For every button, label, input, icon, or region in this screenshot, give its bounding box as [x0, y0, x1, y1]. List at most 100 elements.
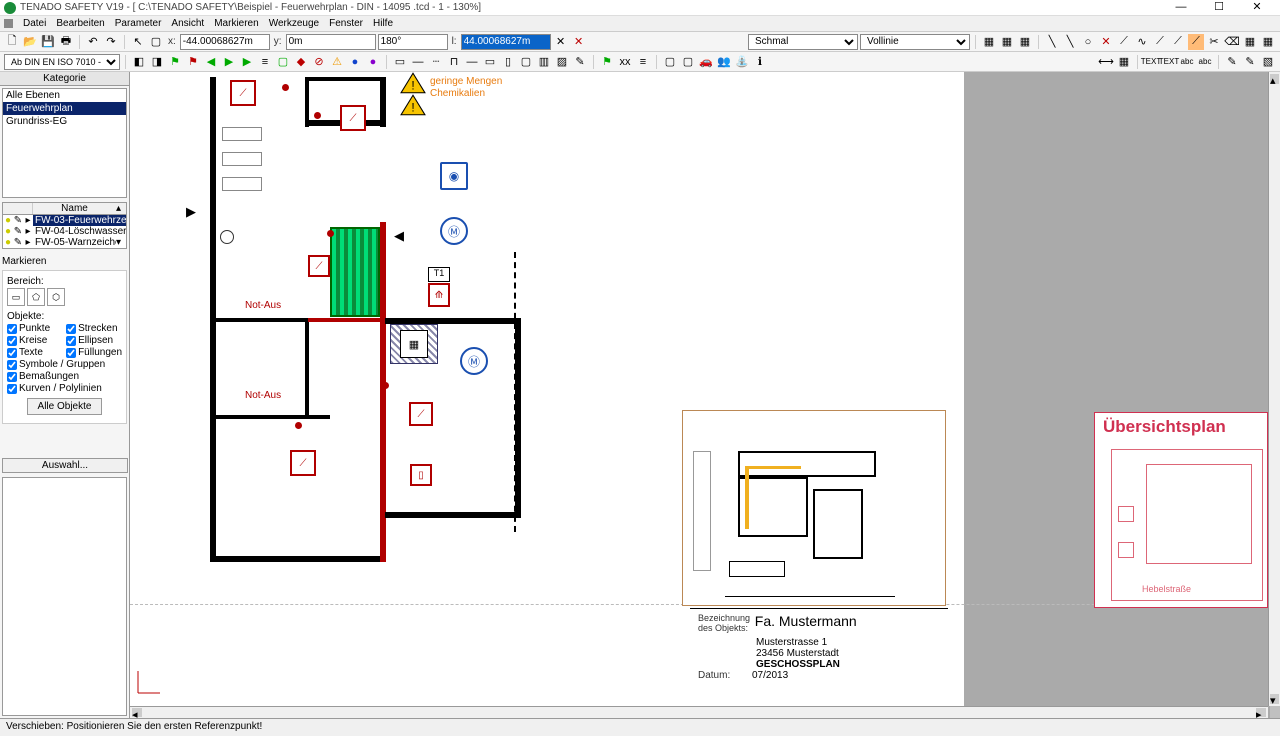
menu-bearbeiten[interactable]: Bearbeiten [51, 18, 109, 29]
chk-symbole[interactable]: Symbole / Gruppen [7, 359, 122, 370]
text-icon-2[interactable]: TEXT [1161, 54, 1177, 70]
info-icon[interactable]: ● [347, 54, 363, 70]
dim-icon-1[interactable]: ⟷ [1098, 54, 1114, 70]
lines-icon[interactable]: ≡ [635, 54, 651, 70]
linetype-select[interactable]: Vollinie [860, 34, 970, 50]
chart-icon[interactable]: ▧ [1260, 54, 1276, 70]
select-rect-icon[interactable]: ▭ [7, 288, 25, 306]
chk-punkte[interactable]: Punkte [7, 323, 62, 334]
arrow-left-icon[interactable]: ◀ [203, 54, 219, 70]
window-icon-3[interactable]: ▦ [1017, 34, 1033, 50]
font-style-select[interactable]: Schmal [748, 34, 858, 50]
list-icon[interactable]: ≡ [257, 54, 273, 70]
misc-icon-7[interactable]: ▯ [500, 54, 516, 70]
poly-icon[interactable]: ⟋ [1152, 34, 1168, 50]
cat-item-1[interactable]: Feuerwehrplan [3, 102, 126, 115]
layer-row-0[interactable]: ● ✎ ▸ FW-03-Feuerwehrzei [3, 215, 126, 226]
curve-icon[interactable]: ∿ [1134, 34, 1150, 50]
brush2-icon[interactable]: ✎ [1242, 54, 1258, 70]
app-menu-icon[interactable] [4, 19, 13, 28]
x-input[interactable] [180, 34, 270, 50]
misc-icon-1[interactable]: ▭ [392, 54, 408, 70]
misc-icon-2[interactable]: — [410, 54, 426, 70]
abc2-icon[interactable]: abc [1197, 54, 1213, 70]
new-icon[interactable]: 🗋 [4, 34, 20, 50]
menu-hilfe[interactable]: Hilfe [368, 18, 398, 29]
grid-icon[interactable]: ▦ [1242, 34, 1258, 50]
shape-icon[interactable]: ⟋ [1170, 34, 1186, 50]
lock-icon[interactable]: ✎ [13, 215, 23, 226]
name-header[interactable]: Name [33, 203, 116, 214]
dim-icon-2[interactable]: ▦ [1116, 54, 1132, 70]
erase-icon[interactable]: ⌫ [1224, 34, 1240, 50]
arrow-right-icon[interactable]: ▶ [221, 54, 237, 70]
misc-icon-11[interactable]: ✎ [572, 54, 588, 70]
standard-select[interactable]: Ab DIN EN ISO 7010 - RAL [4, 54, 120, 70]
symbol-diamond-icon[interactable]: ◆ [293, 54, 309, 70]
close-button[interactable]: ✕ [1238, 0, 1276, 16]
y-input[interactable] [286, 34, 376, 50]
select-free-icon[interactable]: ⬡ [47, 288, 65, 306]
line-icon[interactable]: ╲ [1044, 34, 1060, 50]
clear-x-icon[interactable]: ✕ [553, 34, 569, 50]
misc-icon-5[interactable]: — [464, 54, 480, 70]
line2-icon[interactable]: ╲ [1062, 34, 1078, 50]
abc-icon[interactable]: abc [1179, 54, 1195, 70]
misc-icon-8[interactable]: ▢ [518, 54, 534, 70]
no-entry-icon[interactable]: ⊘ [311, 54, 327, 70]
sym-icon-1[interactable]: ◧ [131, 54, 147, 70]
auswahl-button[interactable]: Auswahl... [2, 458, 128, 473]
sym-icon-2[interactable]: ◨ [149, 54, 165, 70]
menu-ansicht[interactable]: Ansicht [166, 18, 209, 29]
menu-fenster[interactable]: Fenster [324, 18, 368, 29]
flag2-icon[interactable]: ⚑ [185, 54, 201, 70]
scroll-vertical[interactable]: ▴▾ [1268, 72, 1280, 706]
misc-icon-6[interactable]: ▭ [482, 54, 498, 70]
menu-markieren[interactable]: Markieren [209, 18, 263, 29]
window-icon-1[interactable]: ▦ [981, 34, 997, 50]
layer-row-2[interactable]: ●✎▸ FW-05-Warnzeichen ▾ [3, 237, 126, 248]
length-input[interactable] [461, 34, 551, 50]
chk-kreise[interactable]: Kreise [7, 335, 62, 346]
menu-datei[interactable]: Datei [18, 18, 51, 29]
undo-icon[interactable]: ↶ [85, 34, 101, 50]
misc-icon-10[interactable]: ▨ [554, 54, 570, 70]
select-poly-icon[interactable]: ⬠ [27, 288, 45, 306]
arrow-right2-icon[interactable]: ▶ [239, 54, 255, 70]
open-icon[interactable]: 📂 [22, 34, 38, 50]
category-list[interactable]: Alle Ebenen Feuerwehrplan Grundriss-EG [2, 88, 127, 198]
cut-icon[interactable]: ✂ [1206, 34, 1222, 50]
highlight-icon[interactable]: ⟋ [1188, 34, 1204, 50]
alle-objekte-button[interactable]: Alle Objekte [27, 398, 103, 415]
cat-item-0[interactable]: Alle Ebenen [3, 89, 126, 102]
cross-icon[interactable]: ✕ [1098, 34, 1114, 50]
chk-bemassungen[interactable]: Bemaßungen [7, 371, 122, 382]
box-icon[interactable]: ▢ [275, 54, 291, 70]
maximize-button[interactable]: ☐ [1200, 0, 1238, 16]
layer-row-1[interactable]: ●✎▸ FW-04-Löschwasserz [3, 226, 126, 237]
flag-green2-icon[interactable]: ⚑ [599, 54, 615, 70]
chk-fuellungen[interactable]: Füllungen [66, 347, 122, 358]
rect-icon[interactable]: ▢ [662, 54, 678, 70]
pointer-icon[interactable]: ↖ [130, 34, 146, 50]
save-icon[interactable]: 💾 [40, 34, 56, 50]
menu-parameter[interactable]: Parameter [110, 18, 167, 29]
drawing-canvas[interactable]: ⟋ ⟋ ⟋ ⟋ ⟋ ▯ ◉ Ⓜ Ⓜ T1 ⟰ ▦ ! ! geringe Men… [130, 72, 1280, 718]
info2-icon[interactable]: ℹ [752, 54, 768, 70]
circle-icon[interactable]: ○ [1080, 34, 1096, 50]
chk-kurven[interactable]: Kurven / Polylinien [7, 383, 122, 394]
car-icon[interactable]: 🚗 [698, 54, 714, 70]
misc-icon-4[interactable]: ⊓ [446, 54, 462, 70]
clear-all-icon[interactable]: ✕ [571, 34, 587, 50]
misc-icon-9[interactable]: ▥ [536, 54, 552, 70]
chk-texte[interactable]: Texte [7, 347, 62, 358]
xx-icon[interactable]: xx [617, 54, 633, 70]
people-icon[interactable]: 👥 [716, 54, 732, 70]
misc-icon-3[interactable]: ┈ [428, 54, 444, 70]
rect2-icon[interactable]: ▢ [680, 54, 696, 70]
chk-ellipsen[interactable]: Ellipsen [66, 335, 122, 346]
menu-werkzeuge[interactable]: Werkzeuge [264, 18, 324, 29]
scroll-horizontal[interactable]: ◂▸ [130, 706, 1268, 718]
minimize-button[interactable]: — [1162, 0, 1200, 16]
cat-item-2[interactable]: Grundriss-EG [3, 115, 126, 128]
